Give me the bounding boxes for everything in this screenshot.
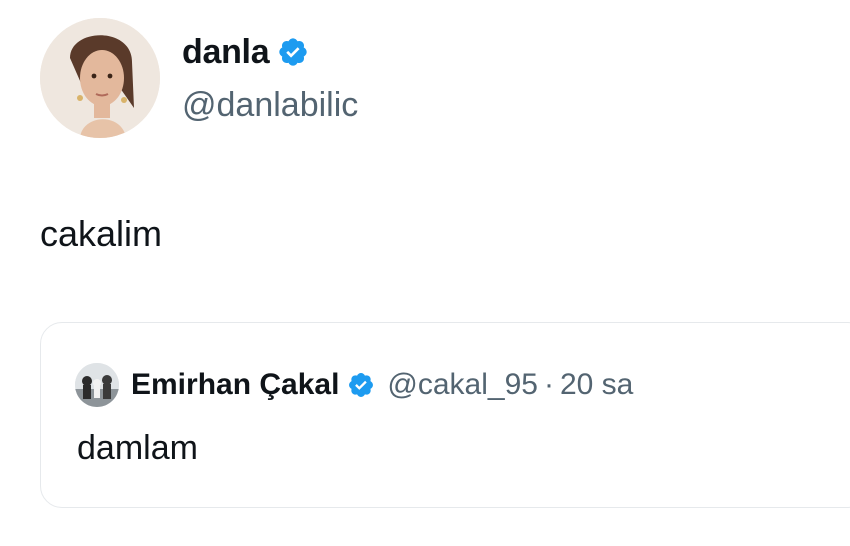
profile-photo-icon [40, 18, 160, 138]
author-avatar[interactable] [40, 18, 160, 138]
quoted-author-avatar[interactable] [75, 363, 119, 407]
author-display-name[interactable]: danla [182, 33, 270, 72]
verified-badge-icon [347, 371, 375, 399]
display-name-row: danla [182, 30, 358, 74]
separator-dot: · [543, 368, 554, 401]
tweet-card[interactable]: danla @danlabilic cakalim Emirhan Çakal … [0, 0, 850, 546]
tweet-text: cakalim [40, 213, 163, 254]
profile-photo-icon [75, 363, 119, 407]
author-info: danla @danlabilic [182, 30, 358, 125]
quoted-tweet-header: Emirhan Çakal @cakal_95 · 20 sa [75, 363, 633, 407]
quoted-tweet-timestamp[interactable]: 20 sa [560, 368, 633, 402]
quoted-author-handle[interactable]: @cakal_95 [387, 368, 538, 402]
verified-badge-icon [277, 36, 309, 68]
author-handle[interactable]: @danlabilic [182, 86, 358, 125]
quoted-tweet[interactable]: Emirhan Çakal @cakal_95 · 20 sa damlam [40, 322, 850, 508]
quoted-tweet-text: damlam [77, 429, 198, 467]
quoted-author-display-name[interactable]: Emirhan Çakal [131, 368, 339, 402]
